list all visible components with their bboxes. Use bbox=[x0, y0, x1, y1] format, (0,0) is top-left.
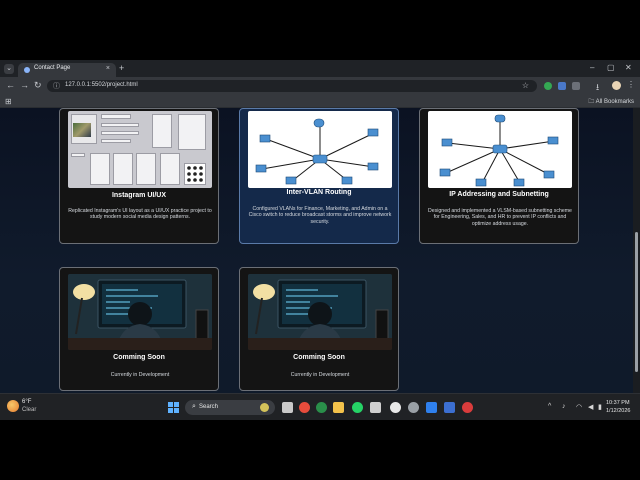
search-label: Search bbox=[199, 404, 219, 410]
project-title: Comming Soon bbox=[113, 354, 165, 361]
scrollbar-thumb[interactable] bbox=[635, 232, 638, 372]
screen: ⌄ Contact Page × + – ▢ ✕ ← → ↻ ⓘ 127.0.0… bbox=[0, 60, 640, 420]
back-arrow-icon[interactable]: ← bbox=[6, 80, 15, 90]
all-bookmarks-button[interactable]: 🗀 All Bookmarks bbox=[588, 97, 634, 107]
avatar[interactable] bbox=[612, 81, 621, 90]
project-description: Configured VLANs for Finance, Marketing,… bbox=[248, 206, 392, 225]
speaker-icon[interactable]: ◀ bbox=[588, 403, 593, 411]
project-image bbox=[248, 274, 392, 350]
star-icon[interactable]: ☆ bbox=[522, 81, 529, 90]
minimize-icon[interactable]: – bbox=[590, 63, 594, 72]
project-image bbox=[248, 111, 392, 188]
project-card[interactable]: Comming Soon Currently in Development bbox=[239, 267, 399, 391]
project-title: Inter-VLAN Routing bbox=[286, 189, 352, 196]
search-icon: ⌕ bbox=[192, 403, 196, 410]
chevron-down-icon[interactable]: ⌄ bbox=[4, 64, 14, 74]
tab-bar: ⌄ Contact Page × + – ▢ ✕ bbox=[0, 60, 640, 77]
chevron-up-icon[interactable]: ^ bbox=[548, 403, 551, 410]
chrome-icon[interactable] bbox=[299, 402, 310, 413]
settings-icon[interactable] bbox=[390, 402, 401, 413]
search-highlight-icon bbox=[260, 403, 269, 412]
project-card[interactable]: Instagram UI/UX Replicated Instagram's U… bbox=[59, 108, 219, 244]
globe-icon bbox=[24, 67, 30, 73]
wifi-icon[interactable]: ◠ bbox=[576, 403, 582, 411]
projects-page: Instagram UI/UX Replicated Instagram's U… bbox=[0, 108, 633, 393]
app-icon[interactable] bbox=[444, 402, 455, 413]
network-diagram-image bbox=[248, 111, 392, 188]
folder-icon: 🗀 bbox=[588, 99, 595, 105]
project-description: Currently in Development bbox=[290, 372, 350, 378]
extension-icon[interactable] bbox=[558, 82, 566, 90]
project-description: Designed and implemented a VLSM-based su… bbox=[428, 208, 572, 227]
close-window-icon[interactable]: ✕ bbox=[625, 63, 632, 72]
project-title: IP Addressing and Subnetting bbox=[449, 191, 549, 198]
file-explorer-icon[interactable] bbox=[333, 402, 344, 413]
download-icon[interactable]: ⭳ bbox=[596, 80, 599, 96]
developer-at-desk-image bbox=[68, 274, 212, 350]
instagram-mockup-image bbox=[68, 111, 212, 188]
project-title: Instagram UI/UX bbox=[111, 192, 167, 199]
battery-icon[interactable]: ▮ bbox=[598, 403, 602, 411]
maximize-icon[interactable]: ▢ bbox=[607, 63, 615, 72]
project-description: Replicated Instagram's UI layout as a UI… bbox=[68, 208, 212, 221]
weather-description[interactable]: Clear bbox=[22, 407, 36, 413]
app-icon[interactable] bbox=[462, 402, 473, 413]
all-bookmarks-label: All Bookmarks bbox=[595, 99, 634, 105]
app-icon[interactable] bbox=[370, 402, 381, 413]
shield-extension-icon[interactable] bbox=[544, 82, 552, 90]
url-text[interactable]: 127.0.0.1:5502/project.html bbox=[65, 82, 138, 88]
browser-toolbar: ← → ↻ ⓘ 127.0.0.1:5502/project.html ☆ ⭳ … bbox=[0, 77, 640, 95]
network-diagram-image bbox=[428, 111, 572, 188]
vscode-icon[interactable] bbox=[426, 402, 437, 413]
new-tab-button[interactable]: + bbox=[119, 63, 124, 73]
project-image bbox=[428, 111, 572, 188]
weather-temp[interactable]: 6°F bbox=[22, 399, 31, 405]
project-image bbox=[68, 274, 212, 350]
reload-icon[interactable]: ↻ bbox=[34, 80, 42, 91]
browser-tab[interactable]: Contact Page × bbox=[18, 63, 116, 77]
whatsapp-icon[interactable] bbox=[352, 402, 363, 413]
apps-grid-icon[interactable]: ⊞ bbox=[5, 97, 12, 106]
clock-time[interactable]: 10:37 PM bbox=[606, 400, 630, 406]
taskbar: 6°F Clear ⌕ Search ^ ♪ ◠ ◀ ▮ 10:37 PM 1/… bbox=[0, 393, 640, 420]
site-info-icon[interactable]: ⓘ bbox=[53, 81, 60, 91]
puzzle-icon[interactable] bbox=[572, 82, 580, 90]
weather-icon[interactable] bbox=[7, 400, 19, 412]
project-card[interactable]: Comming Soon Currently in Development bbox=[59, 267, 219, 391]
task-view-icon[interactable] bbox=[282, 402, 293, 413]
bookmarks-bar: ⊞ 🗀 All Bookmarks bbox=[0, 95, 640, 108]
windows-start-icon[interactable] bbox=[168, 402, 179, 413]
kebab-menu-icon[interactable]: ⋮ bbox=[627, 80, 635, 89]
developer-at-desk-image bbox=[248, 274, 392, 350]
taskbar-search[interactable]: ⌕ Search bbox=[185, 400, 275, 415]
clock-date[interactable]: 1/12/2026 bbox=[606, 408, 630, 414]
microphone-icon[interactable]: ♪ bbox=[562, 403, 566, 410]
project-card[interactable]: IP Addressing and Subnetting Designed an… bbox=[419, 108, 579, 244]
project-title: Comming Soon bbox=[293, 354, 345, 361]
network-app-icon[interactable] bbox=[408, 402, 419, 413]
project-card[interactable]: Inter-VLAN Routing Configured VLANs for … bbox=[239, 108, 399, 244]
project-description: Currently in Development bbox=[110, 372, 170, 378]
address-bar[interactable]: ⓘ 127.0.0.1:5502/project.html ☆ bbox=[47, 80, 537, 92]
project-image bbox=[68, 111, 212, 188]
close-icon[interactable]: × bbox=[106, 65, 110, 72]
tab-title: Contact Page bbox=[34, 65, 71, 71]
chrome-profile-icon[interactable] bbox=[316, 402, 327, 413]
forward-arrow-icon[interactable]: → bbox=[20, 80, 29, 90]
